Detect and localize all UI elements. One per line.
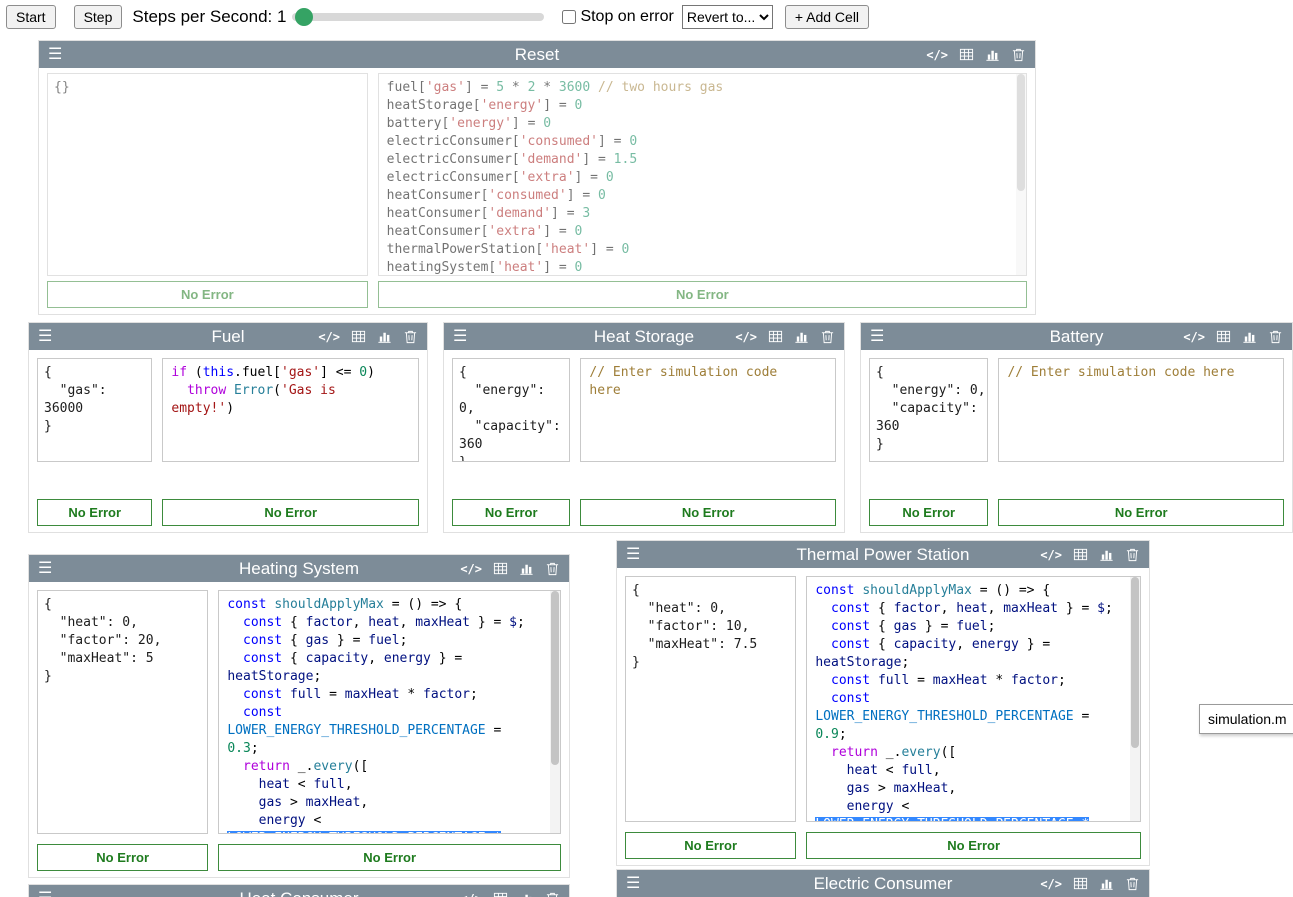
delete-cell-icon[interactable]	[1125, 547, 1140, 562]
delete-cell-icon[interactable]	[820, 329, 835, 344]
cell-electric-consumer: ☰ Electric Consumer </>	[616, 869, 1150, 897]
table-view-icon[interactable]	[493, 891, 508, 897]
chart-view-icon[interactable]	[1099, 876, 1114, 891]
code-editor[interactable]: // Enter simulation code here	[998, 358, 1284, 462]
state-error-status: No Error	[869, 499, 988, 526]
stop-on-error-checkbox[interactable]	[562, 10, 576, 24]
cell-reset-header: ☰ Reset </>	[39, 41, 1035, 68]
chart-view-icon[interactable]	[519, 561, 534, 576]
state-editor[interactable]: {}	[47, 73, 368, 276]
delete-cell-icon[interactable]	[545, 561, 560, 576]
code-editor[interactable]: if (this.fuel['gas'] <= 0) throw Error('…	[162, 358, 419, 462]
stop-on-error-label: Stop on error	[580, 8, 673, 26]
revert-select[interactable]: Revert to...	[682, 5, 773, 29]
cell-fuel-header: ☰ Fuel </>	[29, 323, 427, 350]
cell-thermal-power-station: ☰ Thermal Power Station </> { "heat": 0,…	[616, 540, 1150, 866]
code-error-status: No Error	[998, 499, 1284, 526]
code-error-status: No Error	[806, 832, 1141, 859]
drag-handle-icon[interactable]: ☰	[870, 329, 884, 345]
code-error-status: No Error	[580, 499, 836, 526]
scrollbar[interactable]	[1130, 577, 1140, 821]
code-view-icon[interactable]: </>	[318, 330, 340, 344]
drag-handle-icon[interactable]: ☰	[38, 561, 52, 577]
state-error-status: No Error	[625, 832, 796, 859]
add-cell-button[interactable]: + Add Cell	[785, 5, 869, 29]
chart-view-icon[interactable]	[985, 47, 1000, 62]
code-view-icon[interactable]: </>	[460, 892, 482, 897]
drag-handle-icon[interactable]: ☰	[38, 329, 52, 345]
chart-view-icon[interactable]	[377, 329, 392, 344]
scrollbar[interactable]	[1016, 74, 1026, 275]
cell-heat-consumer-header: ☰ Heat Consumer </>	[29, 885, 569, 897]
cell-reset: ☰ Reset </> {} fuel['gas'] = 5 * 2 * 360…	[38, 40, 1036, 315]
cell-heat-storage: ☰ Heat Storage </> { "energy": 0, "capac…	[443, 322, 845, 533]
delete-cell-icon[interactable]	[1125, 876, 1140, 891]
table-view-icon[interactable]	[1073, 876, 1088, 891]
cell-heating-system: ☰ Heating System </> { "heat": 0, "facto…	[28, 554, 570, 878]
state-editor[interactable]: { "heat": 0, "factor": 10, "maxHeat": 7.…	[625, 576, 796, 822]
code-error-status: No Error	[162, 499, 419, 526]
toolbar: Start Step Steps per Second: 1 Stop on e…	[0, 0, 1293, 34]
cell-electric-consumer-header: ☰ Electric Consumer </>	[617, 870, 1149, 897]
delete-cell-icon[interactable]	[545, 891, 560, 897]
state-error-status: No Error	[37, 844, 208, 871]
code-error-status: No Error	[378, 281, 1027, 308]
chart-view-icon[interactable]	[1242, 329, 1257, 344]
table-view-icon[interactable]	[493, 561, 508, 576]
delete-cell-icon[interactable]	[403, 329, 418, 344]
cell-heating-system-header: ☰ Heating System </>	[29, 555, 569, 582]
drag-handle-icon[interactable]: ☰	[626, 547, 640, 563]
code-view-icon[interactable]: </>	[735, 330, 757, 344]
speed-slider-knob[interactable]	[295, 8, 313, 26]
step-button[interactable]: Step	[74, 5, 123, 29]
code-view-icon[interactable]: </>	[1040, 548, 1062, 562]
cell-heat-storage-header: ☰ Heat Storage </>	[444, 323, 844, 350]
code-editor[interactable]: const shouldApplyMax = () => { const { f…	[806, 576, 1141, 822]
drag-handle-icon[interactable]: ☰	[38, 891, 52, 897]
state-editor[interactable]: { "gas": 36000 }	[37, 358, 152, 462]
cell-battery-header: ☰ Battery </>	[861, 323, 1292, 350]
cell-title: Reset	[39, 45, 1035, 65]
start-button[interactable]: Start	[6, 5, 56, 29]
state-editor[interactable]: { "energy": 0, "capacity": 360 }	[869, 358, 988, 462]
code-view-icon[interactable]: </>	[460, 562, 482, 576]
scrollbar[interactable]	[550, 591, 560, 833]
code-view-icon[interactable]: </>	[1183, 330, 1205, 344]
chart-view-icon[interactable]	[1099, 547, 1114, 562]
code-error-status: No Error	[218, 844, 561, 871]
speed-slider[interactable]	[292, 13, 544, 21]
table-view-icon[interactable]	[1073, 547, 1088, 562]
table-view-icon[interactable]	[351, 329, 366, 344]
state-error-status: No Error	[47, 281, 368, 308]
state-editor[interactable]: { "heat": 0, "factor": 20, "maxHeat": 5 …	[37, 590, 208, 834]
chart-view-icon[interactable]	[519, 891, 534, 897]
table-view-icon[interactable]	[1216, 329, 1231, 344]
code-view-icon[interactable]: </>	[926, 48, 948, 62]
cell-heat-consumer: ☰ Heat Consumer </>	[28, 884, 570, 897]
cell-battery: ☰ Battery </> { "energy": 0, "capacity":…	[860, 322, 1293, 533]
code-editor[interactable]: fuel['gas'] = 5 * 2 * 3600 // two hours …	[378, 73, 1027, 276]
filename-tooltip: simulation.m	[1199, 704, 1293, 734]
state-error-status: No Error	[37, 499, 152, 526]
drag-handle-icon[interactable]: ☰	[626, 876, 640, 892]
state-error-status: No Error	[452, 499, 570, 526]
delete-cell-icon[interactable]	[1011, 47, 1026, 62]
state-editor[interactable]: { "energy": 0, "capacity": 360 }	[452, 358, 570, 462]
drag-handle-icon[interactable]: ☰	[48, 47, 62, 63]
chart-view-icon[interactable]	[794, 329, 809, 344]
simulation-notebook: Start Step Steps per Second: 1 Stop on e…	[0, 0, 1293, 897]
code-editor[interactable]: const shouldApplyMax = () => { const { f…	[218, 590, 561, 834]
table-view-icon[interactable]	[959, 47, 974, 62]
steps-per-second-label: Steps per Second: 1	[132, 7, 286, 27]
cell-thermal-power-station-header: ☰ Thermal Power Station </>	[617, 541, 1149, 568]
code-view-icon[interactable]: </>	[1040, 877, 1062, 891]
code-editor[interactable]: // Enter simulation codehere	[580, 358, 836, 462]
table-view-icon[interactable]	[768, 329, 783, 344]
drag-handle-icon[interactable]: ☰	[453, 329, 467, 345]
delete-cell-icon[interactable]	[1268, 329, 1283, 344]
cell-fuel: ☰ Fuel </> { "gas": 36000 } if (this.fue…	[28, 322, 428, 533]
